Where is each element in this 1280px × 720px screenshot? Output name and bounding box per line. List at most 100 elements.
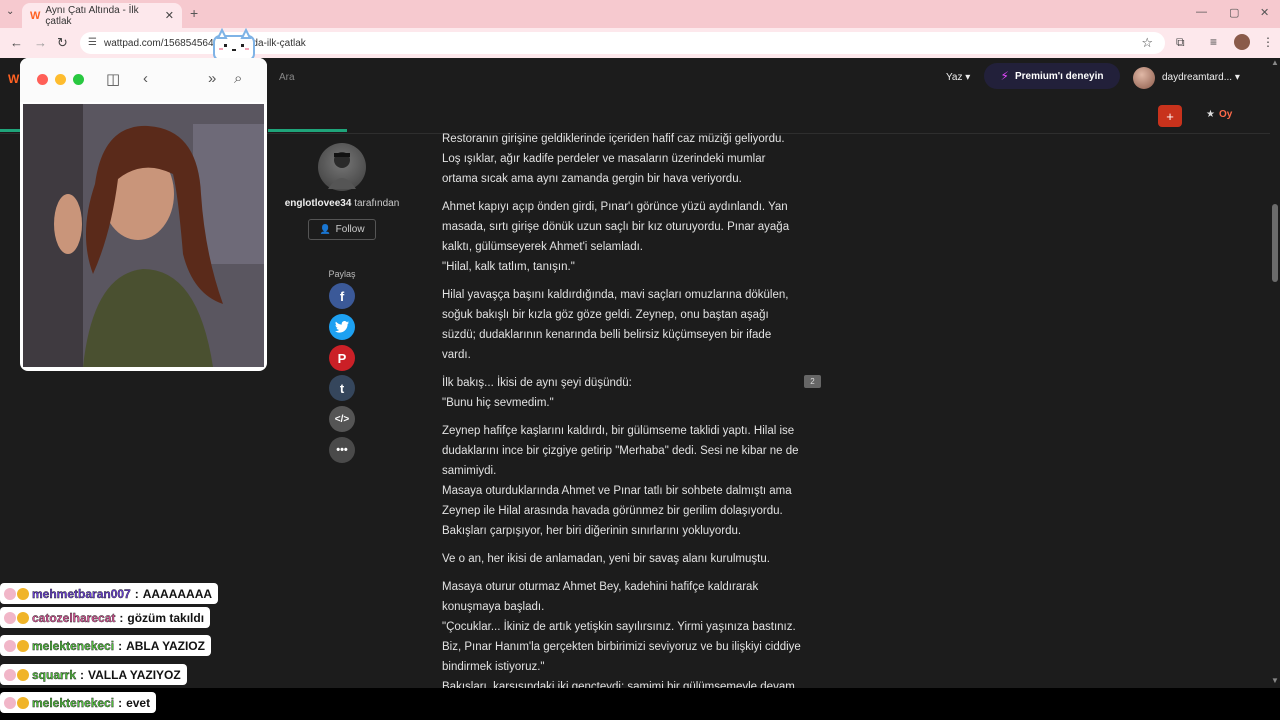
webcam-window[interactable]: ◫ ‹ » ⌕ <box>20 58 267 371</box>
badge-icon <box>4 668 16 681</box>
story-paragraph: Restoranın girişine geldiklerinde içerid… <box>442 133 785 185</box>
author-byline[interactable]: englotlovee34 tarafından <box>278 198 406 209</box>
chat-message: melektenekeci: evet <box>0 692 157 713</box>
webcam-video <box>23 104 264 367</box>
chat-text: evet <box>126 695 151 710</box>
media-playlist-icon[interactable]: ≡ <box>1210 35 1217 49</box>
search-icon[interactable]: ⌕ <box>234 70 242 87</box>
minimize-dot-icon[interactable] <box>55 74 66 85</box>
username: daydreamtard... <box>1162 72 1233 83</box>
chat-separator: : <box>118 638 123 653</box>
browser-menu-icon[interactable]: ⋮ <box>1262 35 1274 49</box>
badge-icon <box>4 639 16 652</box>
chat-text: ABLA YAZIOZ <box>126 638 205 653</box>
chat-badges <box>4 587 29 600</box>
premium-button[interactable]: ⚡ Premium'ı deneyin <box>984 63 1120 89</box>
browser-nav-bar: ← → ↻ ☰ wattpad.com/1568545642-...-altin… <box>0 28 1280 58</box>
chat-message: melektenekeci: ABLA YAZIOZ <box>0 635 211 656</box>
story-paragraph: Zeynep hafifçe kaşlarını kaldırdı, bir g… <box>442 425 799 537</box>
add-user-icon: 👤 <box>319 224 331 234</box>
back-arrow-icon[interactable]: ← <box>10 35 23 50</box>
reload-icon[interactable]: ↻ <box>57 35 68 51</box>
scrollbar-thumb[interactable] <box>1272 204 1278 282</box>
window-close-icon[interactable]: ✕ <box>1260 6 1269 19</box>
chat-username: mehmetbaran007 <box>32 586 131 601</box>
browser-tab-bar: ⌄ W Aynı Çatı Altında - İlk çatlak ✕ + —… <box>0 0 1280 28</box>
write-label: Yaz <box>946 72 963 83</box>
chat-separator: : <box>119 610 124 625</box>
story-paragraph: İlk bakış... İkisi de aynı şeyi düşündü:… <box>442 377 632 409</box>
follow-button[interactable]: 👤 Follow <box>308 219 376 240</box>
sidebar-toggle-icon[interactable]: ◫ <box>106 70 120 88</box>
scroll-up-icon[interactable]: ▲ <box>1271 58 1279 67</box>
inline-comment-badge[interactable]: 2 <box>804 375 821 388</box>
embed-code-icon[interactable]: </> <box>329 406 355 432</box>
scroll-down-icon[interactable]: ▼ <box>1271 676 1279 685</box>
user-menu[interactable]: daydreamtard... ▾ <box>1162 72 1240 83</box>
chat-message: mehmetbaran007: AAAAAAAA <box>0 583 219 604</box>
coin-badge-icon <box>17 639 29 652</box>
tumblr-share-icon[interactable]: t <box>329 375 355 401</box>
chevron-left-icon[interactable]: ‹ <box>143 70 148 87</box>
maximize-icon[interactable]: ▢ <box>1229 6 1239 19</box>
write-menu-button[interactable]: Yaz ▾ <box>946 72 970 83</box>
star-icon: ★ <box>1206 109 1215 120</box>
vote-label: Oy <box>1218 109 1233 120</box>
url-text: wattpad.com/1568545642-...-altinda-ilk-ç… <box>104 37 306 49</box>
browser-tab[interactable]: W Aynı Çatı Altında - İlk çatlak ✕ <box>22 3 182 28</box>
coin-badge-icon <box>17 668 29 681</box>
badge-icon <box>4 611 16 624</box>
user-avatar[interactable] <box>1133 67 1155 89</box>
lightning-icon: ⚡ <box>1000 69 1009 83</box>
reading-progress-bar-visible <box>268 129 347 132</box>
zoom-dot-icon[interactable] <box>73 74 84 85</box>
minimize-icon[interactable]: — <box>1196 6 1207 18</box>
close-icon[interactable]: ✕ <box>165 9 174 22</box>
bookmark-star-icon[interactable]: ☆ <box>1141 35 1153 51</box>
new-tab-icon[interactable]: + <box>190 5 198 21</box>
vote-button[interactable]: ★ Oy <box>1206 109 1232 120</box>
story-paragraph: Hilal yavaşça başını kaldırdığında, mavi… <box>442 289 789 361</box>
story-text: Restoranın girişine geldiklerinde içerid… <box>442 129 802 720</box>
chat-message: catozelharecat: gözüm takıldı <box>0 607 211 628</box>
close-dot-icon[interactable] <box>37 74 48 85</box>
wattpad-favicon-icon: W <box>30 9 41 22</box>
badge-icon <box>4 696 16 709</box>
story-paragraph: Ahmet kapıyı açıp önden girdi, Pınar'ı g… <box>442 201 790 273</box>
chat-separator: : <box>134 586 139 601</box>
chat-username: melektenekeci <box>32 695 115 710</box>
follow-label: Follow <box>335 224 365 235</box>
browser-profile-avatar[interactable] <box>1234 34 1250 50</box>
twitter-share-icon[interactable] <box>329 314 355 340</box>
chat-text: VALLA YAZIYOZ <box>88 667 181 682</box>
facebook-share-icon[interactable]: f <box>329 283 355 309</box>
site-info-icon[interactable]: ☰ <box>88 37 97 48</box>
story-paragraph: Ve o an, her ikisi de anlamadan, yeni bi… <box>442 553 770 565</box>
forward-arrow-icon[interactable]: → <box>34 35 47 50</box>
page-scrollbar[interactable]: ▲ ▼ <box>1270 58 1280 688</box>
coin-badge-icon <box>17 587 29 600</box>
share-label: Paylaş <box>328 269 356 279</box>
author-avatar[interactable] <box>318 143 366 191</box>
add-to-list-button[interactable]: + <box>1158 105 1182 127</box>
tab-title: Aynı Çatı Altında - İlk çatlak <box>45 4 139 27</box>
chat-badges <box>4 696 29 709</box>
premium-label: Premium'ı deneyin <box>1014 70 1104 82</box>
pinterest-share-icon[interactable]: P <box>329 345 355 371</box>
chat-separator: : <box>80 667 85 682</box>
screen: ⌄ W Aynı Çatı Altında - İlk çatlak ✕ + —… <box>0 0 1280 720</box>
chat-separator: : <box>118 695 123 710</box>
more-options-icon[interactable]: ••• <box>329 437 355 463</box>
tab-list-chevron-icon[interactable]: ⌄ <box>6 6 14 17</box>
coin-badge-icon <box>17 611 29 624</box>
chat-text: gözüm takıldı <box>127 610 205 625</box>
author-by-suffix: tarafından <box>354 198 400 209</box>
chat-username: melektenekeci <box>32 638 115 653</box>
chat-username: catozelharecat <box>32 610 116 625</box>
bottom-bar <box>0 688 1280 720</box>
search-input[interactable]: Ara <box>279 72 295 83</box>
extensions-puzzle-icon[interactable]: ⧉ <box>1176 35 1185 50</box>
chat-username: squarrk <box>32 667 77 682</box>
wattpad-logo[interactable]: W <box>8 72 19 86</box>
double-chevron-right-icon[interactable]: » <box>208 70 216 87</box>
